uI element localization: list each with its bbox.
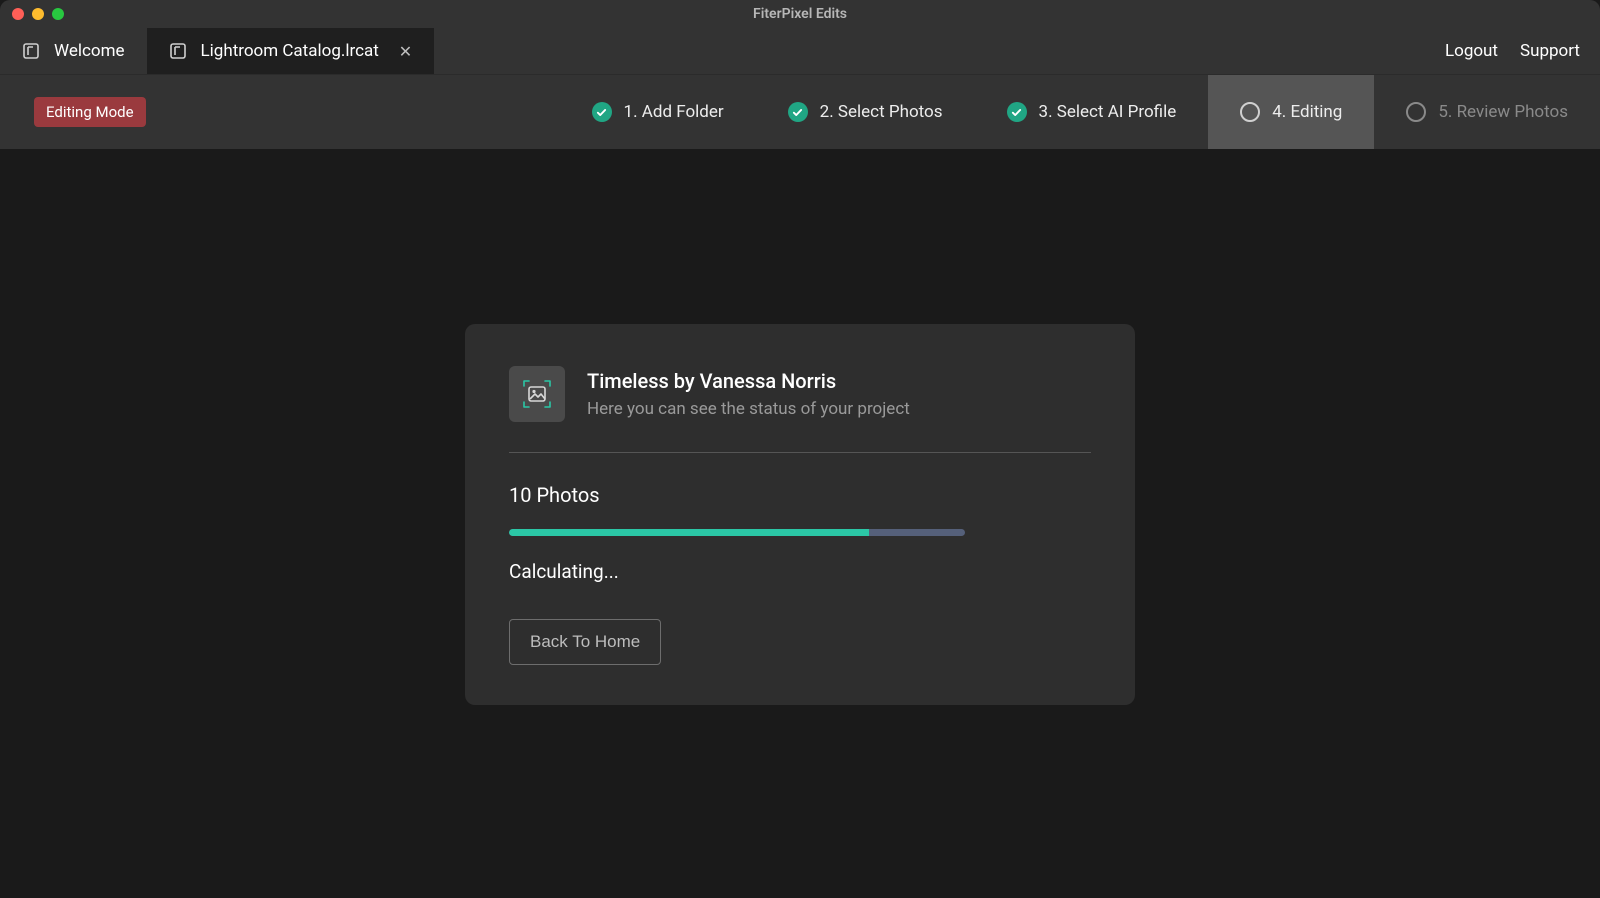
editing-mode-badge: Editing Mode bbox=[34, 97, 146, 127]
app-logo-icon bbox=[169, 42, 187, 60]
step-label: 4. Editing bbox=[1272, 102, 1342, 122]
progress-fill bbox=[509, 529, 869, 536]
logout-link[interactable]: Logout bbox=[1445, 41, 1498, 61]
radio-empty-icon bbox=[1240, 102, 1260, 122]
header-links: Logout Support bbox=[1445, 28, 1600, 74]
step-select-photos[interactable]: 2. Select Photos bbox=[756, 75, 975, 149]
project-status-card: Timeless by Vanessa Norris Here you can … bbox=[465, 324, 1135, 705]
window-title: FiterPixel Edits bbox=[753, 6, 847, 22]
card-actions: Back To Home bbox=[509, 619, 1091, 665]
step-select-ai-profile[interactable]: 3. Select AI Profile bbox=[975, 75, 1209, 149]
step-label: 1. Add Folder bbox=[624, 102, 724, 122]
step-bar: Editing Mode 1. Add Folder 2. Select Pho… bbox=[0, 74, 1600, 149]
close-icon[interactable]: ✕ bbox=[399, 42, 412, 61]
tabs-list: Welcome Lightroom Catalog.lrcat ✕ bbox=[0, 28, 434, 74]
photo-icon bbox=[509, 366, 565, 422]
step-label: 3. Select AI Profile bbox=[1039, 102, 1177, 122]
window-maximize-button[interactable] bbox=[52, 8, 64, 20]
support-link[interactable]: Support bbox=[1520, 41, 1580, 61]
step-review-photos[interactable]: 5. Review Photos bbox=[1374, 75, 1600, 149]
step-label: 2. Select Photos bbox=[820, 102, 943, 122]
main-area: Timeless by Vanessa Norris Here you can … bbox=[0, 149, 1600, 898]
status-text: Calculating... bbox=[509, 560, 1091, 583]
tab-catalog[interactable]: Lightroom Catalog.lrcat ✕ bbox=[147, 28, 435, 74]
progress-bar bbox=[509, 529, 965, 536]
tabs-row: Welcome Lightroom Catalog.lrcat ✕ Logout… bbox=[0, 28, 1600, 74]
tab-label: Lightroom Catalog.lrcat bbox=[201, 41, 379, 61]
step-label: 5. Review Photos bbox=[1438, 102, 1568, 122]
photos-count: 10 Photos bbox=[509, 483, 1091, 507]
project-title: Timeless by Vanessa Norris bbox=[587, 369, 910, 393]
tab-label: Welcome bbox=[54, 41, 125, 61]
check-circle-icon bbox=[592, 102, 612, 122]
check-circle-icon bbox=[1007, 102, 1027, 122]
step-add-folder[interactable]: 1. Add Folder bbox=[560, 75, 756, 149]
back-to-home-button[interactable]: Back To Home bbox=[509, 619, 661, 665]
divider bbox=[509, 452, 1091, 453]
mode-badge-wrap: Editing Mode bbox=[34, 75, 146, 149]
radio-empty-icon bbox=[1406, 102, 1426, 122]
step-editing[interactable]: 4. Editing bbox=[1208, 75, 1374, 149]
window-titlebar: FiterPixel Edits bbox=[0, 0, 1600, 28]
app-logo-icon bbox=[22, 42, 40, 60]
tab-welcome[interactable]: Welcome bbox=[0, 28, 147, 74]
project-header: Timeless by Vanessa Norris Here you can … bbox=[509, 366, 1091, 422]
traffic-lights bbox=[0, 8, 64, 20]
check-circle-icon bbox=[788, 102, 808, 122]
window-minimize-button[interactable] bbox=[32, 8, 44, 20]
steps-list: 1. Add Folder 2. Select Photos 3. Select… bbox=[560, 75, 1600, 149]
window-close-button[interactable] bbox=[12, 8, 24, 20]
project-subtitle: Here you can see the status of your proj… bbox=[587, 399, 910, 419]
